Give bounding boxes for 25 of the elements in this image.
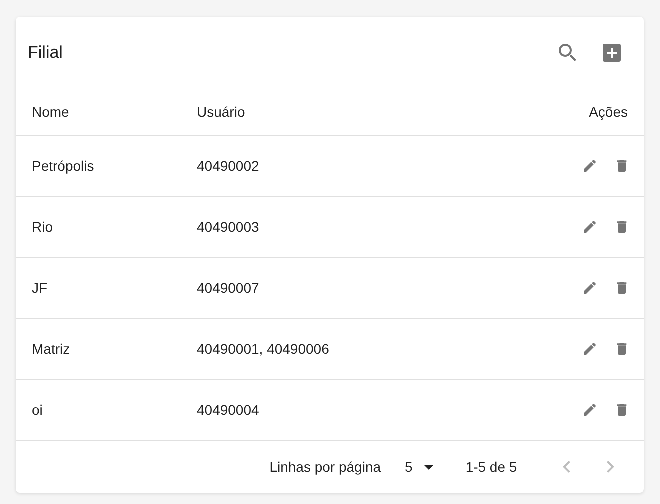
column-header: Usuário	[197, 104, 246, 120]
chevron-left-icon	[563, 461, 571, 473]
pencil-icon	[582, 341, 598, 357]
table-cell-text: Rio	[32, 219, 54, 235]
rows-per-page-label: Linhas por página	[270, 459, 382, 475]
table-cell-text: 40490007	[197, 280, 260, 296]
pencil-icon	[582, 280, 598, 296]
pencil-icon	[582, 402, 598, 418]
chevron-right-icon	[606, 461, 614, 473]
table-cell-text: 40490002	[197, 158, 260, 174]
table-cell-text: JF	[32, 280, 49, 296]
rows-per-page-select[interactable]: 5	[405, 459, 434, 475]
column-header: Nome	[32, 104, 70, 120]
table-cell-text: Matriz	[32, 341, 72, 357]
table-cell-text: 40490003	[197, 219, 260, 235]
table-cell-text: Petrópolis	[32, 158, 96, 174]
table-title: Filial	[28, 43, 64, 63]
pencil-icon	[582, 219, 598, 235]
table-cell-text: 40490001, 40490006	[197, 341, 330, 357]
pencil-icon	[582, 158, 598, 174]
table-cell-text: 40490004	[197, 402, 260, 418]
dropdown-caret-icon	[424, 464, 434, 470]
table-cell-text: oi	[32, 402, 44, 418]
page-range: 1-5 de 5	[466, 459, 518, 475]
column-header: Ações	[589, 104, 628, 120]
